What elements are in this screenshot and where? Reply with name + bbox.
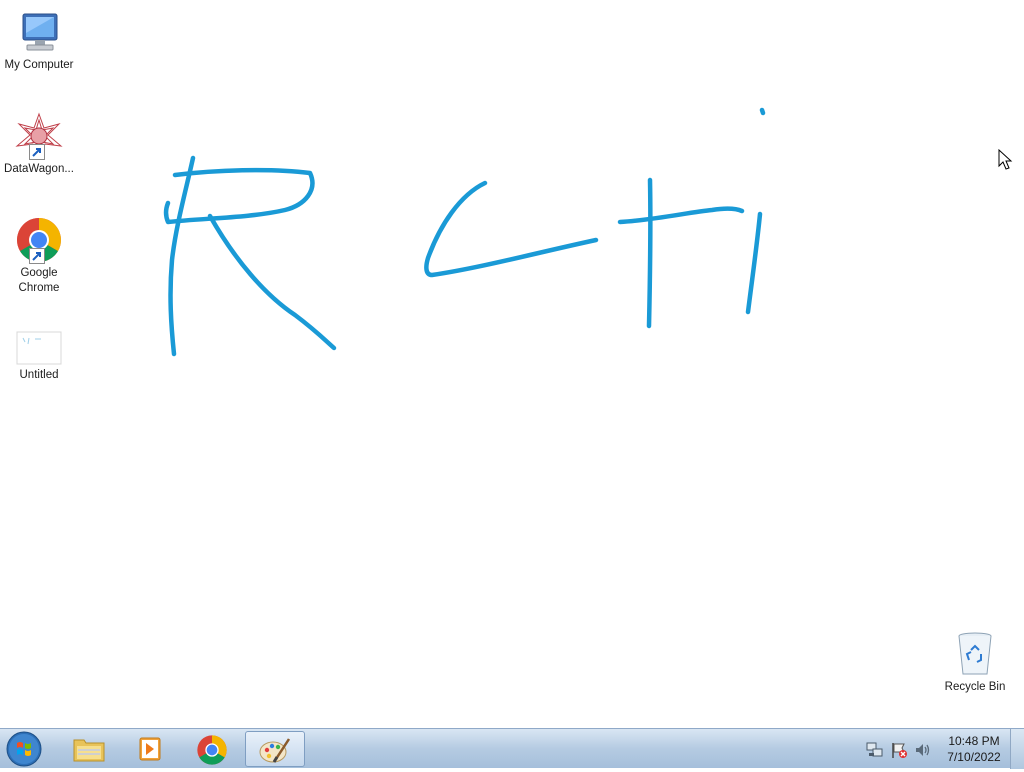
- desktop-icon-recycle-bin[interactable]: Recycle Bin: [936, 630, 1014, 695]
- desktop-icon-untitled[interactable]: Untitled: [0, 328, 78, 383]
- show-desktop-button[interactable]: [1010, 729, 1024, 769]
- image-file-icon: [15, 328, 63, 366]
- shortcut-arrow-icon: [29, 144, 45, 160]
- system-tray: [862, 729, 942, 769]
- taskbar-media-player-button[interactable]: [120, 731, 176, 767]
- action-center-flag-icon[interactable]: [890, 741, 908, 759]
- datawagon-icon: [15, 112, 63, 160]
- computer-icon: [15, 8, 63, 56]
- stroke-r-leg: [207, 213, 337, 351]
- clock-time: 10:48 PM: [948, 734, 1000, 748]
- stroke-c: [424, 180, 599, 278]
- recycle-bin-icon: [951, 630, 999, 678]
- desktop-icon-my-computer[interactable]: My Computer: [0, 8, 78, 73]
- windows-logo-icon: [6, 731, 42, 767]
- desktop-icon-datawagon[interactable]: DataWagon...: [0, 112, 78, 177]
- chrome-icon: [197, 735, 227, 765]
- stroke-t-bar: [617, 206, 745, 225]
- desktop-icon-google-chrome[interactable]: Google Chrome: [0, 216, 78, 296]
- network-icon[interactable]: [866, 741, 884, 759]
- mouse-cursor-icon: [998, 149, 1013, 170]
- taskbar-explorer-button[interactable]: [60, 731, 116, 767]
- stroke-r-stem: [168, 155, 196, 357]
- desktop-icon-label: Recycle Bin: [944, 681, 1006, 693]
- taskbar-chrome-button[interactable]: [184, 731, 240, 767]
- taskbar-paint-button[interactable]: [245, 731, 305, 767]
- chrome-icon: [15, 216, 63, 264]
- freehand-drawing: [163, 107, 766, 357]
- start-button[interactable]: [4, 731, 48, 767]
- desktop[interactable]: My Computer DataWagon... Google Chrome U…: [0, 0, 1024, 728]
- folder-icon: [73, 739, 105, 762]
- shortcut-arrow-icon: [29, 248, 45, 264]
- desktop-icon-label: DataWagon...: [4, 163, 74, 175]
- desktop-icon-label: Google Chrome: [18, 267, 60, 294]
- stroke-i-stem: [745, 211, 763, 315]
- desktop-icon-label: My Computer: [4, 59, 74, 71]
- paint-icon: [259, 738, 291, 763]
- taskbar: 10:48 PM 7/10/2022: [0, 728, 1024, 769]
- volume-icon[interactable]: [914, 741, 932, 759]
- clock-date: 7/10/2022: [947, 750, 1001, 764]
- stroke-t-stem: [646, 177, 653, 329]
- desktop-icon-label: Untitled: [19, 369, 59, 381]
- taskbar-clock[interactable]: 10:48 PM 7/10/2022: [938, 733, 1010, 765]
- stroke-i-dot: [759, 107, 766, 116]
- media-player-icon: [139, 737, 161, 761]
